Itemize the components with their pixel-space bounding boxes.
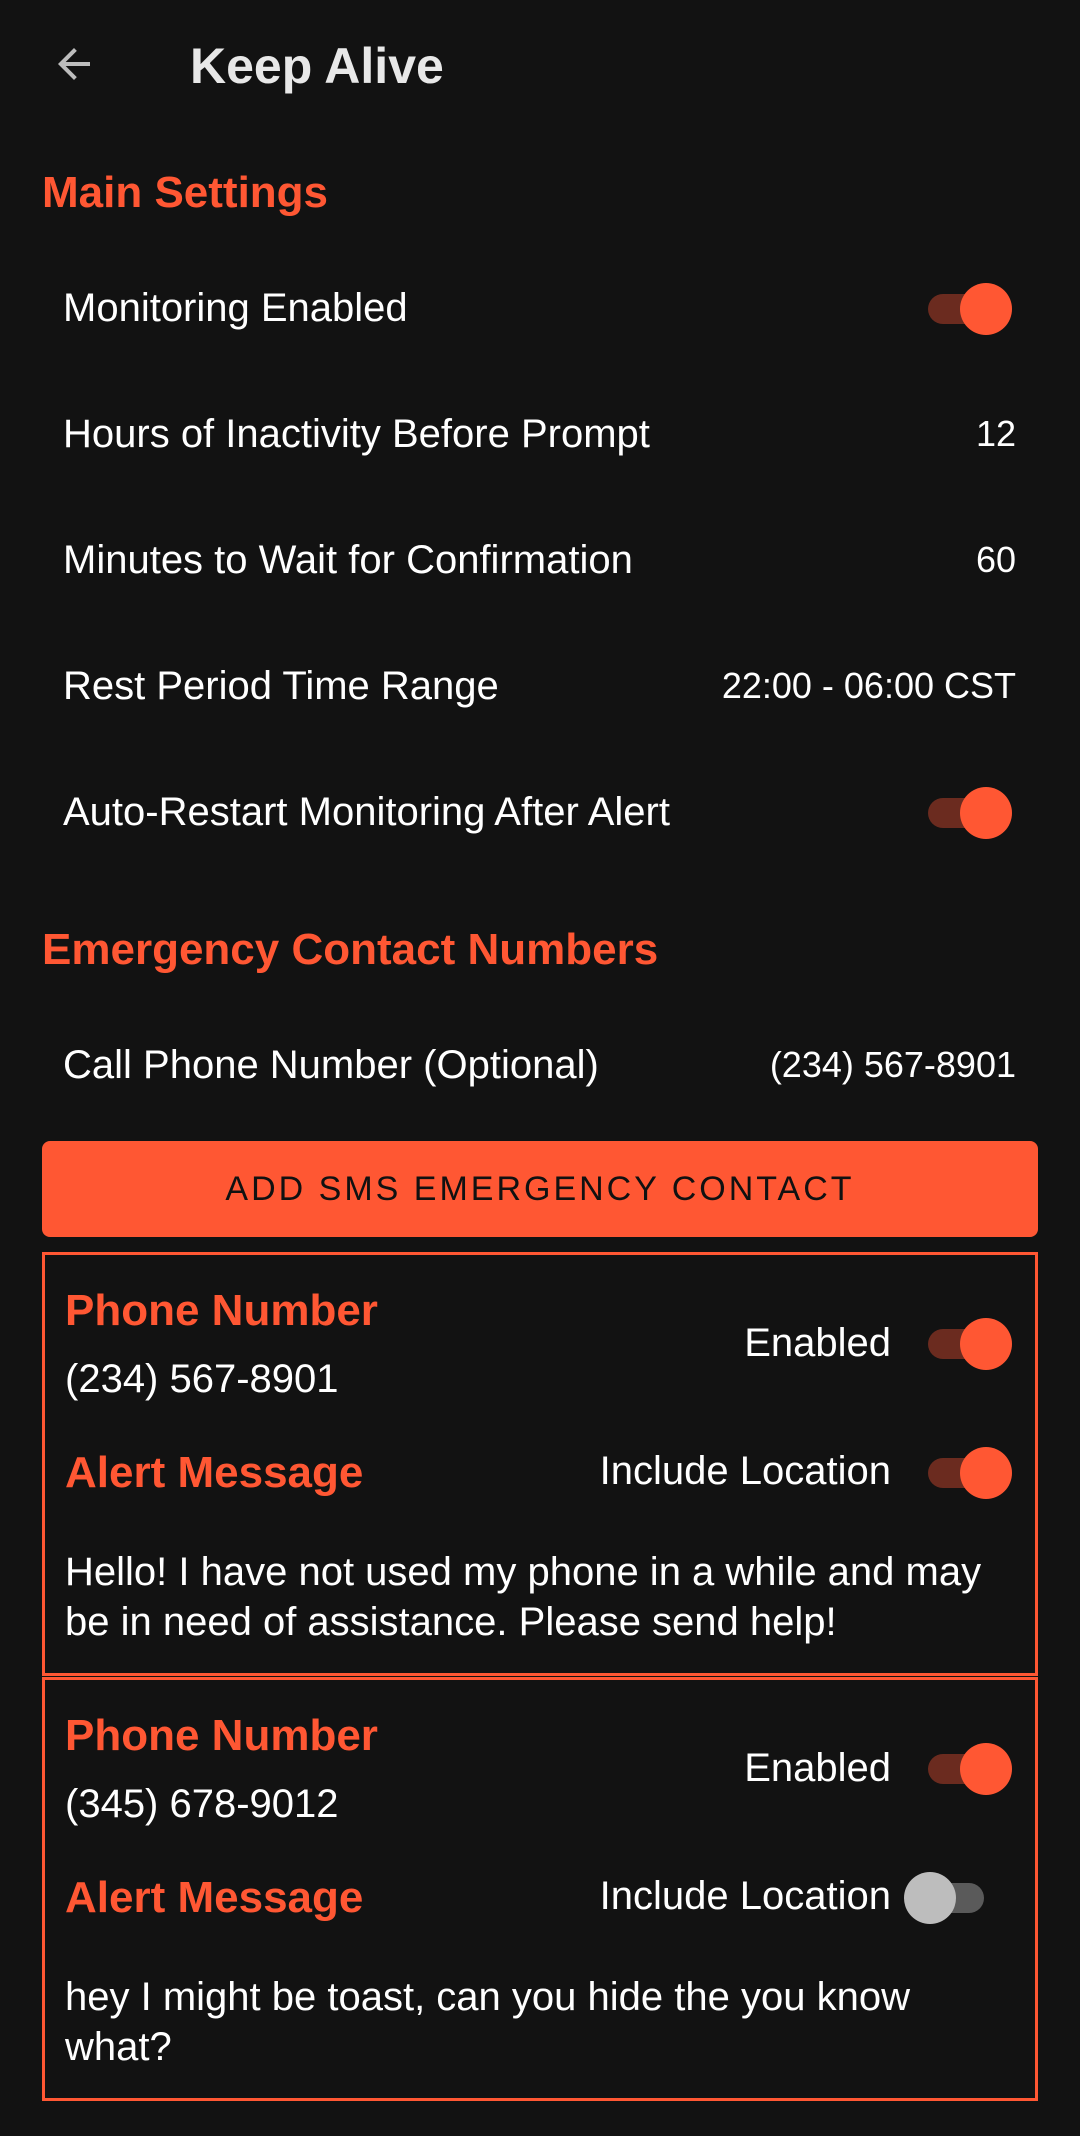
monitoring-enabled-switch[interactable] [924,280,1012,336]
pref-value: 12 [975,413,1016,454]
pref-hours-inactivity[interactable]: Hours of Inactivity Before Prompt 12 [0,371,1080,497]
app-title: Keep Alive [190,38,444,94]
section-title-main-settings: Main Settings [42,168,329,217]
switch-thumb [960,1318,1012,1370]
pref-value: 60 [975,539,1016,580]
phone-number-label: Phone Number [65,1711,378,1760]
include-location-switch[interactable] [924,1444,1012,1500]
pref-auto-restart[interactable]: Auto-Restart Monitoring After Alert [0,749,1080,875]
sms-contact-card: Phone Number (234) 567-8901 Enabled Aler… [42,1252,1038,1676]
alert-message-label: Alert Message [65,1873,364,1922]
pref-label: Hours of Inactivity Before Prompt [63,411,650,456]
pref-label: Rest Period Time Range [63,663,499,708]
pref-value: 22:00 - 06:00 CST [721,665,1016,706]
switch-thumb [904,1872,956,1924]
pref-call-phone-number[interactable]: Call Phone Number (Optional) (234) 567-8… [0,1002,1080,1128]
pref-label: Minutes to Wait for Confirmation [63,537,633,582]
arrow-back-icon [58,48,90,80]
pref-rest-period[interactable]: Rest Period Time Range 22:00 - 06:00 CST [0,623,1080,749]
include-location-label: Include Location [599,1874,891,1918]
switch-thumb [960,283,1012,335]
pref-label: Auto-Restart Monitoring After Alert [63,789,670,834]
phone-number-value[interactable]: (345) 678-9012 [65,1778,339,1830]
enabled-label: Enabled [744,1321,891,1365]
auto-restart-switch[interactable] [924,784,1012,840]
pref-label: Call Phone Number (Optional) [63,1042,599,1087]
enabled-label: Enabled [744,1746,891,1790]
pref-value: (234) 567-8901 [769,1044,1016,1085]
section-title-emergency-contacts: Emergency Contact Numbers [42,925,659,974]
alert-message-text[interactable]: Hello! I have not used my phone in a whi… [65,1547,1025,1647]
alert-message-text[interactable]: hey I might be toast, can you hide the y… [65,1972,1025,2072]
sms-contact-card: Phone Number (345) 678-9012 Enabled Aler… [42,1677,1038,2101]
phone-number-value[interactable]: (234) 567-8901 [65,1353,339,1405]
switch-thumb [960,787,1012,839]
phone-number-label: Phone Number [65,1286,378,1335]
contact-enabled-switch[interactable] [924,1315,1012,1371]
pref-minutes-wait[interactable]: Minutes to Wait for Confirmation 60 [0,497,1080,623]
back-button[interactable] [42,32,106,96]
add-sms-emergency-contact-button[interactable]: ADD SMS EMERGENCY CONTACT [42,1141,1038,1237]
switch-thumb [960,1743,1012,1795]
include-location-label: Include Location [599,1449,891,1493]
pref-label: Monitoring Enabled [63,285,408,330]
app-bar: Keep Alive [0,0,1080,134]
pref-monitoring-enabled[interactable]: Monitoring Enabled [0,245,1080,371]
contact-enabled-switch[interactable] [924,1740,1012,1796]
include-location-switch[interactable] [904,1869,988,1925]
alert-message-label: Alert Message [65,1448,364,1497]
switch-thumb [960,1447,1012,1499]
